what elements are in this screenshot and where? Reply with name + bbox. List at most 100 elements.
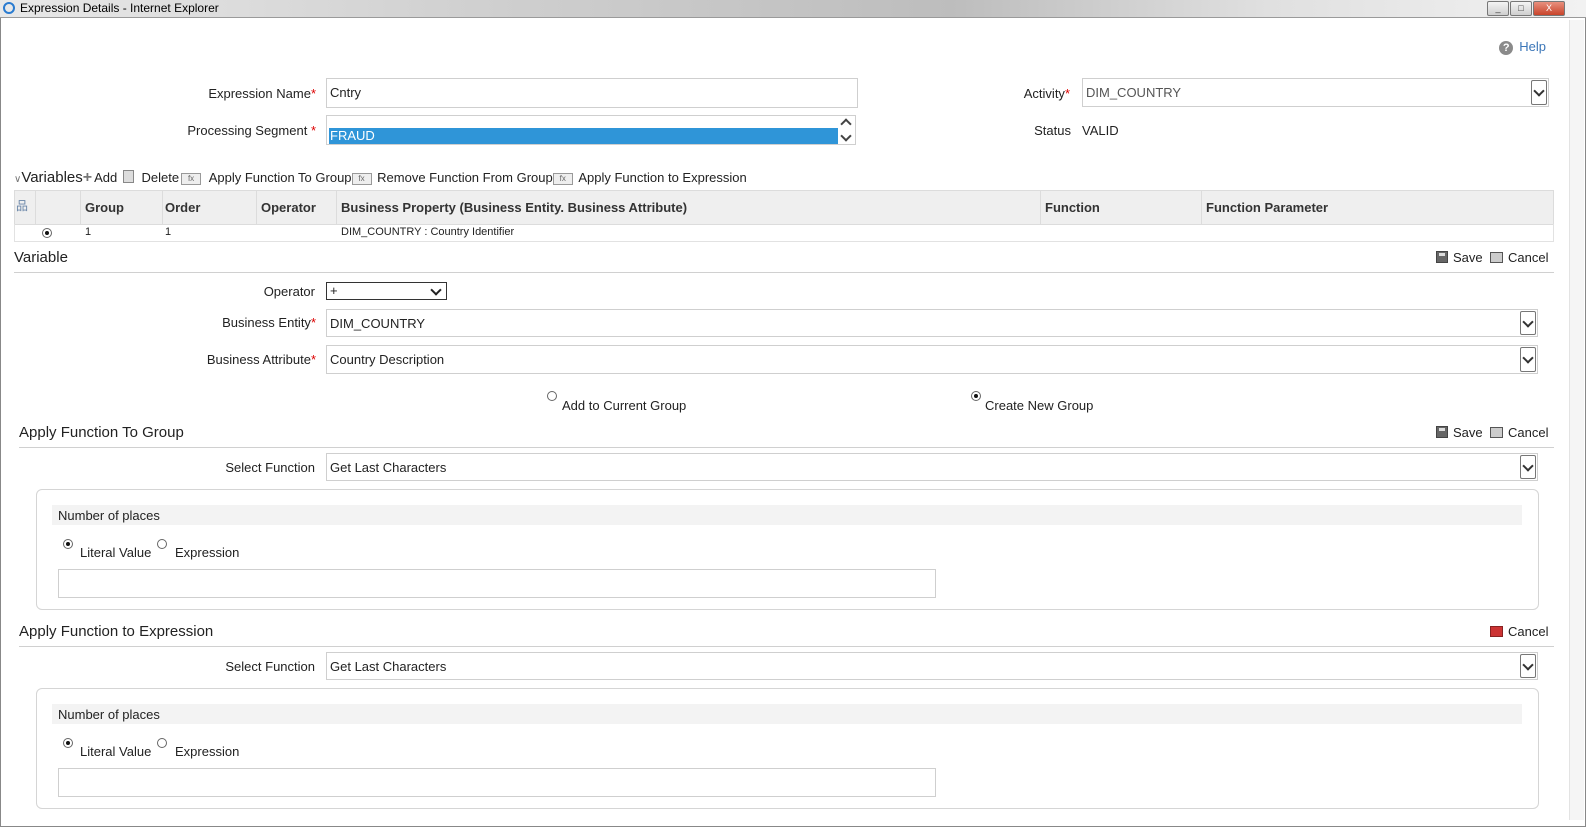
apply-function-group-button[interactable]: Apply Function To Group bbox=[209, 170, 352, 185]
grid-col-group[interactable]: Group bbox=[85, 191, 124, 224]
cancel-icon bbox=[1490, 626, 1503, 637]
processing-segment-selected[interactable]: FRAUD bbox=[329, 128, 838, 144]
apply-function-expression-title: Apply Function to Expression bbox=[19, 623, 214, 640]
add-to-current-group-label[interactable]: Add to Current Group bbox=[562, 398, 686, 413]
chevron-down-icon[interactable] bbox=[1520, 654, 1536, 678]
operator-select[interactable]: + bbox=[326, 282, 447, 300]
remove-function-group-button[interactable]: Remove Function From Group bbox=[377, 170, 553, 185]
expression-name-input[interactable]: Cntry bbox=[326, 78, 858, 108]
group-parameter-input[interactable] bbox=[58, 569, 936, 598]
grid-col-function[interactable]: Function bbox=[1045, 191, 1100, 224]
group-parameter-panel: Number of places Literal Value Expressio… bbox=[36, 489, 1539, 610]
window-title: Expression Details - Internet Explorer bbox=[20, 1, 219, 15]
chevron-down-icon[interactable] bbox=[430, 284, 442, 296]
vertical-scrollbar[interactable] bbox=[1569, 20, 1584, 820]
chevron-down-icon[interactable] bbox=[1520, 455, 1536, 479]
internet-explorer-icon bbox=[3, 2, 15, 14]
processing-segment-list[interactable]: FRAUD bbox=[326, 115, 856, 145]
add-to-current-group-radio[interactable] bbox=[547, 391, 557, 401]
save-icon bbox=[1436, 251, 1448, 263]
remove-function-group-icon[interactable]: fx bbox=[351, 172, 372, 185]
apply-function-expression-icon[interactable]: fx bbox=[552, 172, 573, 185]
grid-col-operator[interactable]: Operator bbox=[261, 191, 316, 224]
row-group: 1 bbox=[85, 226, 92, 238]
expr-select-function-label: Select Function bbox=[225, 659, 315, 674]
chevron-down-icon[interactable] bbox=[1520, 311, 1536, 335]
expr-expression-label[interactable]: Expression bbox=[175, 744, 239, 759]
add-button[interactable]: Add bbox=[94, 170, 117, 185]
cancel-icon bbox=[1490, 427, 1503, 438]
group-select-function-value: Get Last Characters bbox=[330, 460, 447, 475]
expr-parameter-panel: Number of places Literal Value Expressio… bbox=[36, 688, 1539, 809]
divider bbox=[14, 272, 1554, 273]
grid-col-order[interactable]: Order bbox=[165, 191, 200, 224]
cancel-icon bbox=[1490, 252, 1503, 263]
business-attribute-select[interactable]: Country Description bbox=[326, 345, 1538, 374]
help-link[interactable]: ? Help bbox=[1499, 39, 1546, 55]
table-row[interactable]: 1 1 DIM_COUNTRY : Country Identifier bbox=[14, 224, 1554, 242]
business-entity-label: Business Entity* bbox=[222, 315, 316, 330]
window-titlebar: Expression Details - Internet Explorer _… bbox=[0, 0, 1586, 18]
group-literal-value-label[interactable]: Literal Value bbox=[80, 545, 151, 560]
minimize-button[interactable]: _ bbox=[1487, 1, 1509, 16]
delete-button[interactable]: Delete bbox=[141, 170, 179, 185]
add-icon[interactable]: + bbox=[83, 169, 92, 186]
activity-value: DIM_COUNTRY bbox=[1086, 85, 1182, 100]
expr-parameter-header: Number of places bbox=[52, 704, 1522, 724]
expr-literal-value-label[interactable]: Literal Value bbox=[80, 744, 151, 759]
business-attribute-value: Country Description bbox=[330, 352, 445, 367]
divider bbox=[19, 447, 1554, 448]
group-select-function-select[interactable]: Get Last Characters bbox=[326, 453, 1538, 481]
expr-select-function-value: Get Last Characters bbox=[330, 659, 447, 674]
chevron-down-icon[interactable] bbox=[1520, 347, 1536, 372]
row-order: 1 bbox=[165, 226, 172, 238]
save-icon bbox=[1436, 426, 1448, 438]
create-new-group-radio[interactable] bbox=[971, 391, 981, 401]
apply-function-group-icon[interactable]: fx bbox=[181, 172, 202, 185]
activity-select[interactable]: DIM_COUNTRY bbox=[1082, 78, 1549, 107]
expr-select-function-select[interactable]: Get Last Characters bbox=[326, 652, 1538, 680]
variable-save-button[interactable]: Save bbox=[1436, 250, 1483, 265]
variables-toolbar: ∨Variables+ Add Delete fx Apply Function T… bbox=[14, 169, 747, 187]
group-expression-radio[interactable] bbox=[157, 539, 167, 549]
group-fn-cancel-button[interactable]: Cancel bbox=[1490, 425, 1548, 440]
group-parameter-title: Number of places bbox=[58, 508, 160, 523]
apply-function-expression-button[interactable]: Apply Function to Expression bbox=[578, 170, 746, 185]
group-fn-save-button[interactable]: Save bbox=[1436, 425, 1483, 440]
operator-label: Operator bbox=[263, 284, 315, 299]
expr-fn-cancel-button[interactable]: Cancel bbox=[1490, 624, 1548, 639]
activity-label: Activity* bbox=[1023, 86, 1070, 101]
divider bbox=[19, 646, 1554, 647]
maximize-button[interactable]: □ bbox=[1510, 1, 1532, 16]
expr-literal-value-radio[interactable] bbox=[63, 738, 73, 748]
grid-col-function-parameter[interactable]: Function Parameter bbox=[1206, 191, 1328, 224]
operator-value: + bbox=[330, 283, 338, 298]
segment-scroll-arrows[interactable] bbox=[839, 116, 853, 144]
variable-section-title: Variable bbox=[14, 249, 68, 266]
row-select-radio[interactable] bbox=[42, 228, 52, 238]
status-label: Status bbox=[1034, 123, 1071, 138]
variables-grid-header: 品 Group Order Operator Business Property… bbox=[14, 190, 1554, 225]
create-new-group-label[interactable]: Create New Group bbox=[985, 398, 1093, 413]
delete-icon[interactable] bbox=[122, 170, 134, 183]
group-expression-label[interactable]: Expression bbox=[175, 545, 239, 560]
expr-parameter-input[interactable] bbox=[58, 768, 936, 797]
business-entity-value: DIM_COUNTRY bbox=[330, 316, 426, 331]
expr-expression-radio[interactable] bbox=[157, 738, 167, 748]
close-button[interactable]: X bbox=[1533, 1, 1565, 16]
status-value: VALID bbox=[1082, 123, 1119, 138]
help-label: Help bbox=[1519, 39, 1546, 54]
processing-segment-label: Processing Segment * bbox=[187, 123, 316, 138]
variable-cancel-button[interactable]: Cancel bbox=[1490, 250, 1548, 265]
hierarchy-icon[interactable]: 品 bbox=[16, 197, 28, 214]
help-icon: ? bbox=[1499, 41, 1514, 55]
group-parameter-header: Number of places bbox=[52, 505, 1522, 525]
chevron-down-icon[interactable] bbox=[1531, 80, 1547, 105]
business-entity-select[interactable]: DIM_COUNTRY bbox=[326, 309, 1538, 337]
row-business-property: DIM_COUNTRY : Country Identifier bbox=[341, 226, 515, 238]
apply-function-group-title: Apply Function To Group bbox=[19, 424, 184, 441]
grid-col-business-property[interactable]: Business Property (Business Entity. Busi… bbox=[341, 191, 687, 224]
group-literal-value-radio[interactable] bbox=[63, 539, 73, 549]
business-attribute-label: Business Attribute* bbox=[206, 352, 316, 367]
expr-parameter-title: Number of places bbox=[58, 707, 160, 722]
